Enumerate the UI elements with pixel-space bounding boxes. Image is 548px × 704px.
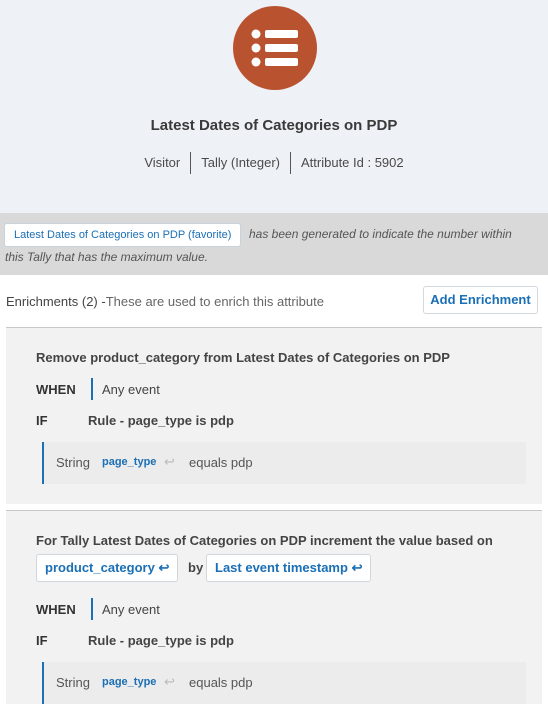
page-title: Latest Dates of Categories on PDP xyxy=(150,117,398,134)
meta-attribute-id: Attribute Id : 5902 xyxy=(301,155,404,170)
when-value: Any event xyxy=(102,602,160,617)
condition-expression: equals pdp xyxy=(189,675,253,690)
enrichments-subtitle: These are used to enrich this attribute xyxy=(105,294,324,309)
by-label: by xyxy=(188,560,204,575)
condition-expression: equals pdp xyxy=(189,455,253,470)
undo-arrow-icon: ↩ xyxy=(164,454,175,469)
condition-type: String xyxy=(56,675,90,690)
when-divider xyxy=(91,378,93,400)
rule-condition: String page_type ↩ equals pdp xyxy=(42,442,526,484)
source-field-pill[interactable]: product_category ↩ xyxy=(36,554,179,582)
undo-arrow-icon: ↩ xyxy=(351,560,363,575)
source-field-label: product_category xyxy=(45,560,155,575)
favorite-notice: Latest Dates of Categories on PDP (favor… xyxy=(0,213,548,275)
timestamp-field-label: Last event timestamp xyxy=(215,560,348,575)
attribute-header: Latest Dates of Categories on PDP Visito… xyxy=(0,0,548,213)
enrichment-card: Remove product_category from Latest Date… xyxy=(6,328,542,504)
condition-field-link[interactable]: page_type xyxy=(102,676,156,688)
enrichments-label: Enrichments (2) - xyxy=(6,294,106,309)
undo-arrow-icon: ↩ xyxy=(158,560,170,575)
rule-label: Rule - page_type is pdp xyxy=(88,413,234,428)
add-enrichment-button[interactable]: Add Enrichment xyxy=(423,286,538,314)
meta-datatype: Tally (Integer) xyxy=(201,155,280,170)
rule-condition: String page_type ↩ equals pdp xyxy=(42,662,526,704)
enrichment-card: For Tally Latest Dates of Categories on … xyxy=(6,511,542,704)
when-divider xyxy=(91,598,93,620)
enrichments-heading: Enrichments (2) -These are used to enric… xyxy=(6,294,324,309)
notice-text-line1: has been generated to indicate the numbe… xyxy=(249,227,512,241)
favorite-attribute-chip[interactable]: Latest Dates of Categories on PDP (favor… xyxy=(4,223,242,247)
when-keyword: WHEN xyxy=(36,602,76,617)
if-keyword: IF xyxy=(36,633,48,648)
enrichment-title: For Tally Latest Dates of Categories on … xyxy=(36,533,493,548)
if-keyword: IF xyxy=(36,413,48,428)
rule-label: Rule - page_type is pdp xyxy=(88,633,234,648)
list-icon xyxy=(233,6,317,90)
undo-arrow-icon: ↩ xyxy=(164,674,175,689)
attribute-meta: Visitor Tally (Integer) Attribute Id : 5… xyxy=(0,152,548,174)
when-keyword: WHEN xyxy=(36,382,76,397)
condition-field-link[interactable]: page_type xyxy=(102,456,156,468)
notice-text-line2: this Tally that has the maximum value. xyxy=(5,250,208,264)
enrichment-title: Remove product_category from Latest Date… xyxy=(36,350,450,365)
meta-type: Visitor xyxy=(144,155,181,170)
condition-type: String xyxy=(56,455,90,470)
timestamp-field-pill[interactable]: Last event timestamp ↩ xyxy=(206,554,372,582)
when-value: Any event xyxy=(102,382,160,397)
